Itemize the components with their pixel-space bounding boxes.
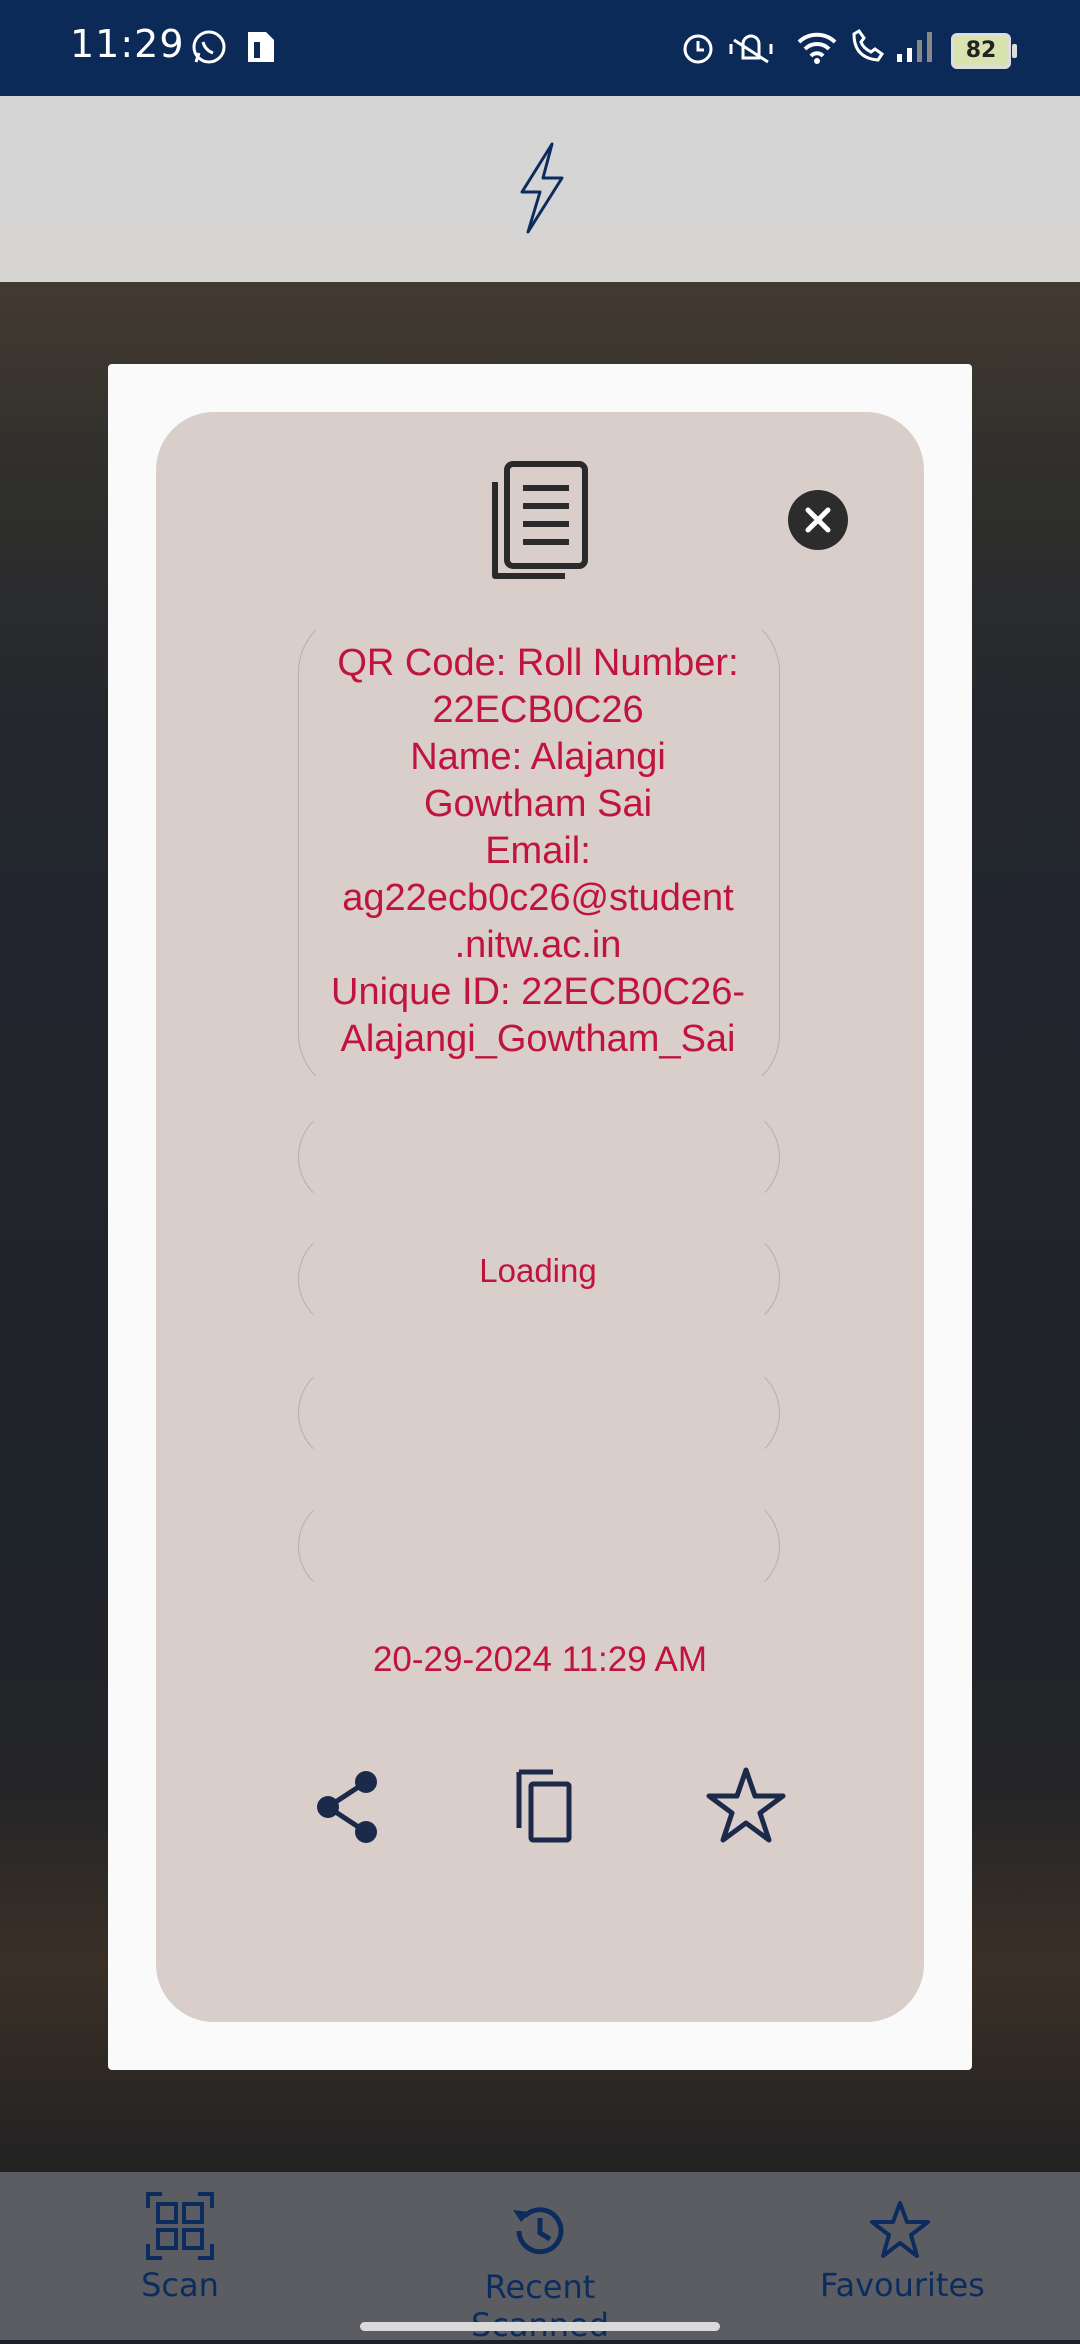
bottom-navigation: Scan Recent Scanned Favourites: [0, 2172, 1080, 2344]
qr-line: Gowtham Sai: [423, 783, 653, 825]
close-button[interactable]: [788, 490, 848, 550]
copy-icon: [516, 1769, 572, 1843]
star-icon: [706, 1767, 786, 1843]
star-icon: [868, 2201, 932, 2266]
scan-result-dialog: QR Code: Roll Number: 22ECB0C26 Name: Al…: [108, 364, 972, 2070]
close-icon: [805, 507, 831, 533]
sim-icon: [242, 28, 278, 70]
gesture-bar[interactable]: [360, 2322, 720, 2331]
qr-line: 22ECB0C26: [432, 689, 644, 731]
status-time: 11:29: [70, 22, 185, 66]
qr-line: .nitw.ac.in: [454, 924, 622, 966]
qr-line: Unique ID: 22ECB0C26-: [331, 971, 745, 1013]
nav-favourites-label: Favourites: [820, 2266, 985, 2304]
flash-icon[interactable]: [510, 140, 570, 240]
nav-scan-label: Scan: [141, 2266, 219, 2304]
nav-favourites[interactable]: Favourites: [820, 2198, 985, 2304]
battery-icon: 82: [951, 33, 1017, 69]
field-slot: [298, 1362, 780, 1464]
history-icon: [507, 2207, 573, 2268]
field-slot: [298, 1495, 780, 1597]
qr-line: QR Code: Roll Number:: [337, 642, 739, 684]
loading-text: Loading: [479, 1252, 597, 1289]
favourite-button[interactable]: [701, 1762, 791, 1852]
qr-line: Alajangi_Gowtham_Sai: [340, 1018, 736, 1060]
share-icon: [317, 1771, 377, 1843]
whatsapp-icon: [190, 28, 228, 70]
share-button[interactable]: [304, 1762, 394, 1852]
vibrate-icon: [728, 28, 774, 70]
document-copy-icon: [489, 460, 591, 586]
wifi-call-icon: [848, 28, 888, 70]
alarm-icon: [680, 28, 716, 70]
nav-recent-label: Recent Scanned: [471, 2268, 609, 2344]
qr-scan-icon: [144, 2192, 216, 2266]
qr-line: ag22ecb0c26@student: [342, 877, 734, 919]
nav-scan[interactable]: Scan: [120, 2190, 240, 2304]
status-bar: 11:29 82: [0, 0, 1080, 96]
qr-result-text: QR Code: Roll Number: 22ECB0C26 Name: Al…: [298, 640, 778, 1063]
signal-icon: [895, 28, 937, 70]
scan-result-card: QR Code: Roll Number: 22ECB0C26 Name: Al…: [156, 412, 924, 2022]
scan-timestamp: 20-29-2024 11:29 AM: [372, 1640, 708, 1679]
field-slot: [298, 1106, 780, 1208]
qr-line: Email:: [485, 830, 591, 872]
copy-button[interactable]: [501, 1762, 591, 1852]
qr-line: Name: Alajangi: [410, 736, 666, 778]
wifi-icon: [795, 28, 839, 70]
